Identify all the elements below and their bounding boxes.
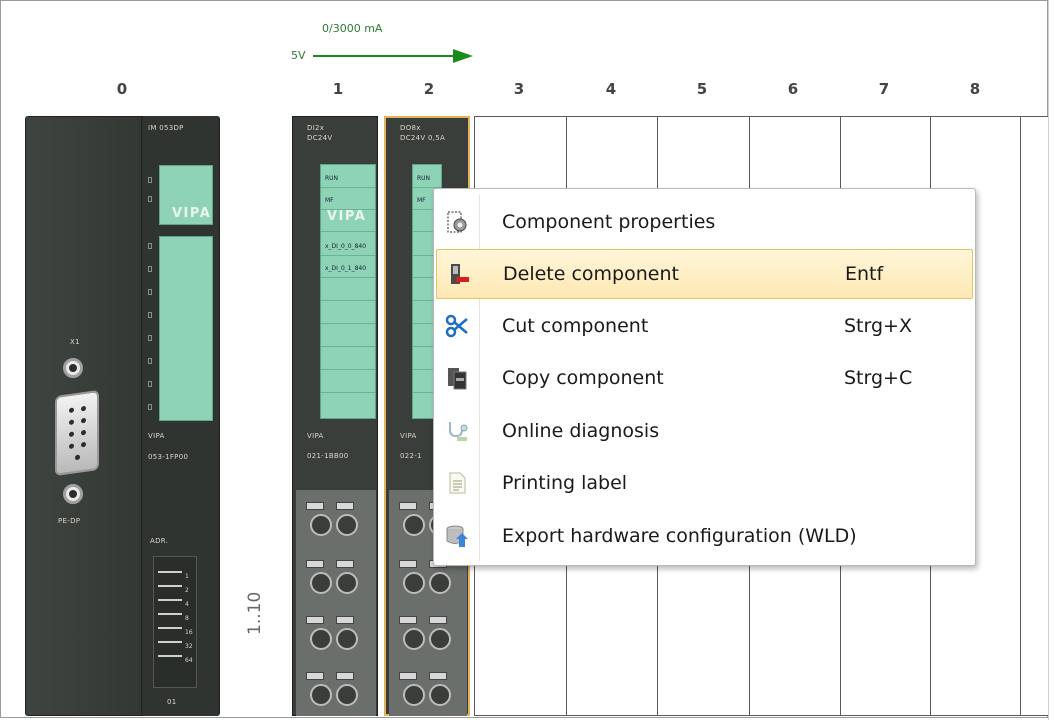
menu-item-label: Cut component	[502, 315, 649, 337]
copy-icon	[445, 366, 469, 390]
menu-item-shortcut: Entf	[845, 263, 884, 285]
im-title: IM 053DP	[148, 124, 184, 132]
channel-label: x_DI_0_1_840	[325, 265, 367, 272]
slot-number-0: 0	[116, 80, 128, 98]
dip-label: 8	[185, 615, 189, 622]
menu-item-label: Printing label	[502, 472, 628, 494]
led-indicator	[148, 335, 152, 341]
dip-label: 32	[185, 643, 193, 650]
im-led-panel-top: VIPA	[159, 165, 213, 225]
im-brand: VIPA	[148, 432, 165, 440]
led-indicator	[148, 266, 152, 272]
menu-item-label: Component properties	[502, 211, 716, 233]
bus-label: PE-DP	[58, 517, 81, 525]
menu-item-component-properties[interactable]: Component properties	[436, 198, 973, 248]
led-indicator	[148, 243, 152, 249]
slot-number-3: 3	[513, 80, 525, 98]
menu-item-shortcut: Strg+C	[844, 367, 913, 389]
led-indicator	[148, 381, 152, 387]
sub-d-connector-icon	[55, 389, 99, 477]
led-indicator	[148, 196, 152, 202]
empty-slot-9[interactable]	[1020, 116, 1048, 716]
slot-number-7: 7	[878, 80, 890, 98]
context-menu: Component properties Delete component En…	[433, 188, 976, 566]
power-flow-line	[313, 55, 455, 57]
module-1-type: DI2x	[307, 124, 325, 132]
slot-number-5: 5	[696, 80, 708, 98]
menu-item-label: Delete component	[503, 263, 679, 285]
panel-edge	[1048, 0, 1049, 720]
dip-label: 16	[185, 629, 193, 636]
socket-icon	[63, 484, 83, 504]
dip-label: 2	[185, 587, 189, 594]
menu-item-label: Online diagnosis	[502, 420, 660, 442]
menu-item-copy-component[interactable]: Copy component Strg+C	[436, 354, 973, 404]
module-1-voltage: DC24V	[307, 134, 333, 142]
delete-icon	[446, 262, 470, 286]
module-2-voltage: DC24V 0,5A	[400, 134, 446, 142]
mf-led-label: MF	[325, 197, 334, 204]
address-value: 01	[167, 698, 177, 706]
menu-item-shortcut: Strg+X	[844, 315, 912, 337]
menu-item-label: Export hardware configuration (WLD)	[502, 525, 857, 547]
module-2-part: 022-1	[400, 452, 422, 460]
properties-icon	[445, 210, 469, 234]
stethoscope-icon	[445, 419, 469, 443]
terminal-block-1	[296, 490, 376, 716]
dip-switch-panel: 1 2 4 8 16 32 64	[153, 556, 197, 688]
run-led-label: RUN	[417, 175, 431, 182]
address-label: ADR.	[150, 537, 169, 545]
led-indicator	[148, 312, 152, 318]
slot-number-6: 6	[787, 80, 799, 98]
menu-item-label: Copy component	[502, 367, 664, 389]
menu-item-printing-label[interactable]: Printing label	[436, 459, 973, 509]
module-1-part: 021-1BB00	[307, 452, 349, 460]
run-led-label: RUN	[325, 175, 339, 182]
dip-label: 1	[185, 573, 189, 580]
module-2-type: DO8x	[400, 124, 421, 132]
current-indicator: 0/3000 mA	[322, 22, 383, 35]
arrow-right-icon	[453, 49, 473, 63]
menu-item-delete-component[interactable]: Delete component Entf	[436, 249, 973, 299]
dip-label: 4	[185, 601, 189, 608]
dip-label: 64	[185, 657, 193, 664]
led-indicator	[148, 289, 152, 295]
im-led-panel	[159, 236, 213, 421]
slot-number-2: 2	[423, 80, 435, 98]
voltage-indicator: 5V	[291, 49, 306, 62]
led-indicator	[148, 404, 152, 410]
scissors-icon	[445, 314, 469, 338]
vipa-logo: VIPA	[172, 206, 212, 221]
slot-number-4: 4	[605, 80, 617, 98]
module-1-led-panel: RUN MF VIPA x_DI_0_0_840 x_DI_0_1_840	[320, 164, 376, 419]
socket-icon	[63, 358, 83, 378]
im-part-number: 053-1FP00	[148, 453, 189, 461]
channel-label: x_DI_0_0_840	[325, 243, 367, 250]
mf-led-label: MF	[417, 197, 426, 204]
led-indicator	[148, 177, 152, 183]
rack-range-label: 1..10	[245, 591, 265, 635]
port-label: X1	[70, 338, 80, 346]
slot-number-8: 8	[969, 80, 981, 98]
module-1-brand: VIPA	[307, 432, 324, 440]
vipa-logo: VIPA	[327, 209, 367, 224]
module-2-brand: VIPA	[400, 432, 417, 440]
menu-item-cut-component[interactable]: Cut component Strg+X	[436, 302, 973, 352]
database-export-icon	[445, 524, 469, 548]
label-icon	[445, 471, 469, 495]
menu-item-export-hardware-configuration[interactable]: Export hardware configuration (WLD)	[436, 512, 973, 562]
slot-number-1: 1	[332, 80, 344, 98]
led-indicator	[148, 358, 152, 364]
menu-item-online-diagnosis[interactable]: Online diagnosis	[436, 407, 973, 457]
